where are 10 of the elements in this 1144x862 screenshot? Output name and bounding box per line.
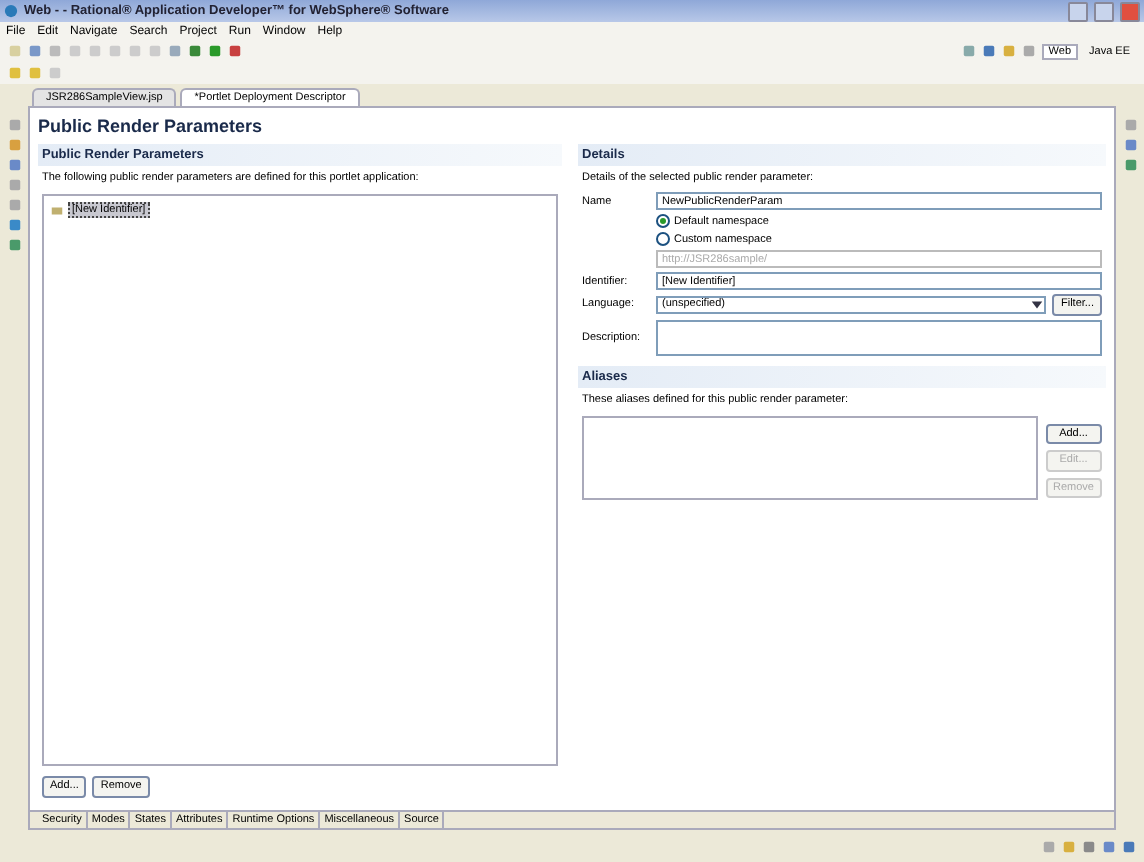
parameter-icon: [50, 203, 64, 217]
alias-list[interactable]: [582, 415, 1038, 500]
close-button[interactable]: [1120, 1, 1140, 21]
radio-button[interactable]: [656, 214, 670, 228]
maximize-button[interactable]: [1094, 1, 1114, 21]
dropdown-arrow-icon: [1030, 297, 1045, 312]
minimize-button[interactable]: [1068, 1, 1088, 21]
description-field[interactable]: [656, 319, 1102, 356]
radio-button[interactable]: [656, 232, 670, 246]
page-title: Public Render Parameters: [36, 114, 265, 140]
